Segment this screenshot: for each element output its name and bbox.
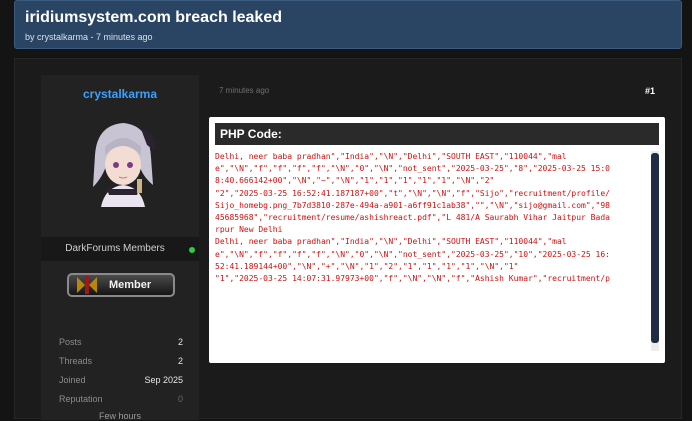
post-container: crystalkarma DarkForums Members Member P… bbox=[14, 58, 682, 421]
code-title: PHP Code: bbox=[220, 127, 282, 141]
online-status-icon bbox=[189, 247, 195, 253]
code-line: Sijo_homebg.png_7b7d3810-287e-494a-a901-… bbox=[215, 200, 610, 210]
thread-header: iridiumsystem.com breach leaked by cryst… bbox=[14, 0, 682, 49]
stat-joined-value: Sep 2025 bbox=[144, 375, 183, 385]
last-visit: Few hours bbox=[98, 411, 142, 421]
stat-joined: Joined Sep 2025 bbox=[59, 375, 183, 389]
post-timestamp: 7 minutes ago bbox=[219, 86, 270, 95]
user-group-label: DarkForums Members bbox=[65, 243, 165, 254]
stat-posts-label: Posts bbox=[59, 337, 82, 347]
stat-reputation-value: 0 bbox=[177, 394, 183, 404]
post-permalink[interactable]: #1 bbox=[645, 86, 655, 96]
code-line: "2","2025-03-25 16:52:41.187187+00","t",… bbox=[215, 188, 610, 198]
avatar[interactable] bbox=[81, 115, 163, 207]
member-emblem-icon bbox=[77, 276, 97, 294]
code-line: e","\N","f","f","f","f","\N","0","\N","n… bbox=[215, 164, 610, 174]
code-content[interactable]: Delhi, neer baba pradhan","India","\N","… bbox=[215, 151, 651, 351]
stat-posts: Posts 2 bbox=[59, 337, 183, 351]
stat-threads-label: Threads bbox=[59, 356, 93, 366]
stat-joined-label: Joined bbox=[59, 375, 86, 385]
code-header: PHP Code: bbox=[215, 123, 659, 145]
stat-reputation: Reputation 0 bbox=[59, 394, 183, 408]
user-group-row: DarkForums Members bbox=[41, 237, 199, 261]
stat-posts-value: 2 bbox=[177, 337, 183, 347]
code-line: 8:40.666142+00","\N","~","\N","1","1","1… bbox=[215, 176, 495, 186]
member-badge: Member bbox=[67, 273, 175, 297]
member-badge-label: Member bbox=[109, 279, 152, 291]
code-scrollbar-thumb[interactable] bbox=[651, 153, 659, 343]
code-line: Delhi, neer baba pradhan","India","\N","… bbox=[215, 237, 567, 247]
stat-reputation-label: Reputation bbox=[59, 394, 103, 404]
stat-threads: Threads 2 bbox=[59, 356, 183, 370]
author-username-link[interactable]: crystalkarma bbox=[41, 87, 199, 101]
thread-title: iridiumsystem.com breach leaked bbox=[25, 9, 282, 26]
code-line: Delhi, neer baba pradhan","India","\N","… bbox=[215, 152, 567, 161]
code-line: e","\N","f","f","f","f","\N","0","\N","n… bbox=[215, 249, 610, 259]
code-line: 52:41.189144+00","\N","+","\N","1","2","… bbox=[215, 261, 519, 271]
author-panel: crystalkarma DarkForums Members Member P… bbox=[41, 75, 199, 421]
code-line: "1","2025-03-25 14:07:31.97973+00","f","… bbox=[215, 273, 610, 283]
thread-byline: by crystalkarma - 7 minutes ago bbox=[25, 32, 153, 42]
code-line: 45685968","recruitment/resume/ashishreac… bbox=[215, 212, 610, 222]
stat-threads-value: 2 bbox=[177, 356, 183, 366]
code-line: rpur New Delhi bbox=[215, 225, 283, 235]
code-block: PHP Code: Delhi, neer baba pradhan","Ind… bbox=[209, 117, 665, 363]
code-scrollbar[interactable] bbox=[651, 151, 659, 351]
